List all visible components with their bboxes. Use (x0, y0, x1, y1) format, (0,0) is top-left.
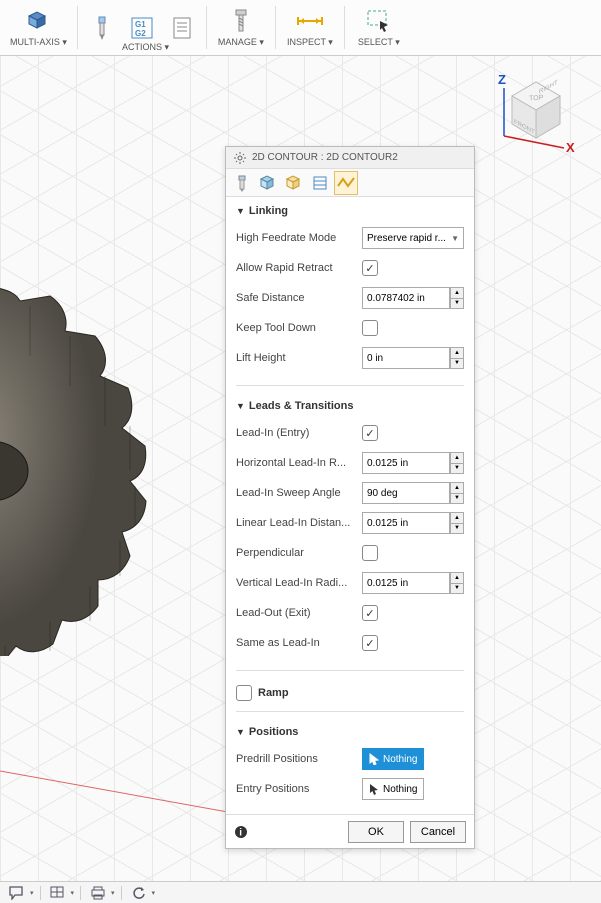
x-axis-label: X (566, 140, 575, 155)
multi-axis-label: MULTI-AXIS ▾ (10, 37, 67, 48)
info-icon[interactable]: i (234, 825, 342, 839)
bolt-icon (227, 7, 255, 35)
toolbar-divider (206, 6, 207, 49)
select-menu[interactable]: SELECT ▾ (349, 2, 409, 53)
panel-header[interactable]: 2D CONTOUR : 2D CONTOUR2 (226, 147, 474, 169)
predrill-positions-button[interactable]: Nothing (362, 748, 424, 770)
measure-icon (296, 7, 324, 35)
linear-lead-in-distance-input[interactable]: ▲▼ (362, 512, 464, 534)
linking-section: ▼Linking High Feedrate Mode Preserve rap… (226, 197, 474, 383)
high-feedrate-mode-select[interactable]: Preserve rapid r...▼ (362, 227, 464, 249)
cursor-icon (369, 753, 379, 765)
svg-text:i: i (239, 827, 242, 838)
allow-rapid-retract-checkbox[interactable] (362, 260, 378, 276)
lead-in-entry-label: Lead-In (Entry) (236, 427, 362, 439)
toolbar-divider (344, 6, 345, 49)
horizontal-lead-in-radius-label: Horizontal Lead-In R... (236, 457, 362, 469)
gear-icon (234, 152, 246, 164)
lead-in-entry-checkbox[interactable] (362, 425, 378, 441)
z-axis-label: Z (498, 72, 506, 87)
toolbar-divider (275, 6, 276, 49)
ramp-label: Ramp (258, 687, 289, 699)
top-toolbar: MULTI-AXIS ▾ G1G2 ACTIONS ▾ MANAGE ▾ (0, 0, 601, 56)
high-feedrate-mode-label: High Feedrate Mode (236, 232, 362, 244)
perpendicular-label: Perpendicular (236, 547, 362, 559)
same-as-lead-in-label: Same as Lead-In (236, 637, 362, 649)
lead-out-exit-checkbox[interactable] (362, 605, 378, 621)
cursor-icon (369, 783, 379, 795)
manage-label: MANAGE ▾ (218, 37, 264, 48)
toolbar-divider (77, 6, 78, 49)
geometry-tab[interactable] (256, 171, 280, 195)
axis-line (0, 761, 250, 821)
panel-tabs (226, 169, 474, 197)
spinner-down-icon[interactable]: ▼ (451, 299, 463, 309)
manage-menu[interactable]: MANAGE ▾ (211, 2, 271, 53)
lift-height-input[interactable]: ▲▼ (362, 347, 464, 369)
keep-tool-down-checkbox[interactable] (362, 320, 378, 336)
positions-header[interactable]: ▼Positions (236, 726, 464, 738)
gear-model[interactable] (0, 256, 200, 656)
allow-rapid-retract-label: Allow Rapid Retract (236, 262, 362, 274)
drill-icon (88, 14, 116, 42)
perpendicular-checkbox[interactable] (362, 545, 378, 561)
select-label: SELECT ▾ (358, 37, 400, 48)
drill-tool[interactable] (82, 2, 122, 53)
select-icon (365, 7, 393, 35)
inspect-label: INSPECT ▾ (287, 37, 333, 48)
notes-icon (168, 14, 196, 42)
multi-axis-icon (24, 7, 52, 35)
refresh-icon[interactable] (128, 884, 150, 902)
spinner-down-icon[interactable]: ▼ (451, 359, 463, 369)
cancel-button[interactable]: Cancel (410, 821, 466, 843)
viewcube[interactable]: Z X TOP FRONT RIGHT (496, 66, 576, 156)
linking-tab[interactable] (334, 171, 358, 195)
passes-tab[interactable] (308, 171, 332, 195)
entry-positions-button[interactable]: Nothing (362, 778, 424, 800)
leads-header[interactable]: ▼Leads & Transitions (236, 400, 464, 412)
leads-section: ▼Leads & Transitions Lead-In (Entry) Hor… (226, 392, 474, 668)
properties-panel: 2D CONTOUR : 2D CONTOUR2 ▼Linking High F… (225, 146, 475, 849)
lift-height-label: Lift Height (236, 352, 362, 364)
g1g2-icon: G1G2 (128, 14, 156, 42)
entry-positions-label: Entry Positions (236, 783, 362, 795)
print-icon[interactable] (87, 884, 109, 902)
keep-tool-down-label: Keep Tool Down (236, 322, 362, 334)
grid-snap-icon[interactable] (47, 884, 69, 902)
bottom-bar: ▾ ▾ ▾ ▾ (0, 881, 601, 903)
svg-text:G2: G2 (135, 29, 146, 38)
panel-title: 2D CONTOUR : 2D CONTOUR2 (252, 152, 398, 163)
spinner-up-icon[interactable]: ▲ (451, 348, 463, 359)
inspect-menu[interactable]: INSPECT ▾ (280, 2, 340, 53)
predrill-positions-label: Predrill Positions (236, 753, 362, 765)
positions-section: ▼Positions Predrill Positions Nothing En… (226, 718, 474, 814)
horizontal-lead-in-radius-input[interactable]: ▲▼ (362, 452, 464, 474)
panel-footer: i OK Cancel (226, 814, 474, 848)
svg-text:TOP: TOP (529, 94, 544, 102)
lead-in-sweep-angle-label: Lead-In Sweep Angle (236, 487, 362, 499)
multi-axis-menu[interactable]: MULTI-AXIS ▾ (4, 2, 73, 53)
spinner-up-icon[interactable]: ▲ (451, 288, 463, 299)
safe-distance-input[interactable]: ▲▼ (362, 287, 464, 309)
ramp-section: Ramp (226, 677, 474, 709)
lead-out-exit-label: Lead-Out (Exit) (236, 607, 362, 619)
linear-lead-in-distance-label: Linear Lead-In Distan... (236, 517, 362, 529)
heights-tab[interactable] (282, 171, 306, 195)
lead-in-sweep-angle-input[interactable]: ▲▼ (362, 482, 464, 504)
comments-icon[interactable] (6, 884, 28, 902)
safe-distance-label: Safe Distance (236, 292, 362, 304)
tool-tab[interactable] (230, 171, 254, 195)
vertical-lead-in-radius-label: Vertical Lead-In Radi... (236, 577, 362, 589)
svg-text:G1: G1 (135, 20, 146, 29)
same-as-lead-in-checkbox[interactable] (362, 635, 378, 651)
vertical-lead-in-radius-input[interactable]: ▲▼ (362, 572, 464, 594)
linking-header[interactable]: ▼Linking (236, 205, 464, 217)
ramp-checkbox[interactable] (236, 685, 252, 701)
ok-button[interactable]: OK (348, 821, 404, 843)
